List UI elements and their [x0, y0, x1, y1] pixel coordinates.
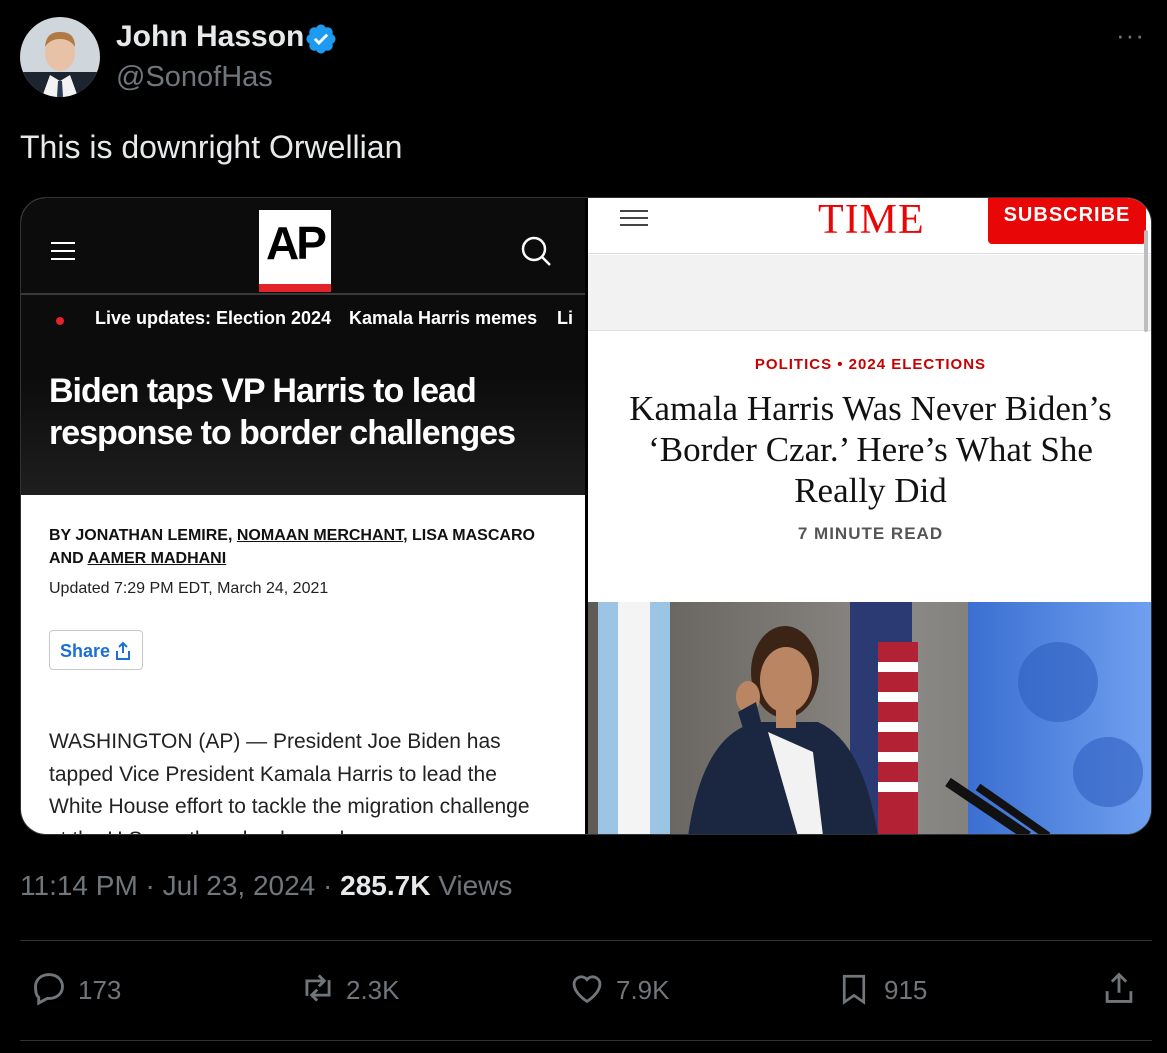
bookmark-count: 915: [884, 975, 928, 1005]
ap-nav-item-live: Live updates: Election 2024: [95, 308, 332, 328]
share-icon: [1105, 972, 1133, 1003]
article-photo: [588, 602, 1151, 834]
tweet-meta: 11:14 PM · Jul 23, 2024 · 285.7K Views: [20, 870, 512, 902]
more-options-icon[interactable]: ···: [1116, 22, 1145, 48]
tweet-text: This is downright Orwellian: [20, 129, 403, 165]
avatar[interactable]: [20, 17, 100, 97]
author-handle[interactable]: @SonofHas: [116, 61, 273, 94]
views-label: Views: [430, 870, 513, 901]
views-count: 285.7K: [340, 870, 431, 901]
heart-icon: [572, 975, 602, 1004]
search-icon: [519, 234, 553, 268]
ap-article-screenshot[interactable]: AP Live updates: Election 2024 Kamala Ha…: [21, 198, 585, 834]
reply-icon: [34, 973, 64, 1006]
meta-separator: ·: [137, 870, 163, 901]
time-kicker: POLITICS • 2024 ELECTIONS: [754, 356, 987, 373]
hamburger-menu-icon: [51, 242, 75, 260]
time-read-time: 7 MINUTE READ: [797, 524, 944, 543]
bookmark-icon: [842, 974, 866, 1005]
ap-logo-text: AP: [266, 217, 327, 269]
divider: [20, 1040, 1152, 1041]
live-dot-icon: [56, 317, 64, 325]
like-count: 7.9K: [616, 975, 670, 1005]
time-article-screenshot[interactable]: TIME SUBSCRIBE POLITICS • 2024 ELECTIONS…: [588, 198, 1151, 834]
ap-updated-time: Updated 7:29 PM EDT, March 24, 2021: [49, 580, 329, 597]
repost-icon: [305, 974, 331, 1002]
ap-byline-author-link: AAMER MADHANI: [87, 550, 227, 567]
reply-count: 173: [78, 975, 122, 1005]
ap-logo-bar: [259, 284, 331, 292]
time-logo: TIME: [818, 198, 925, 243]
ap-byline: BY JONATHAN LEMIRE, NOMAAN MERCHANT, LIS…: [49, 524, 559, 570]
tweet-time[interactable]: 11:14 PM: [20, 870, 138, 901]
time-ad-band: [588, 255, 1151, 331]
ap-byline-by: BY JONATHAN LEMIRE,: [49, 527, 237, 544]
share-icon: [116, 641, 130, 660]
ap-byline-author-link: NOMAAN MERCHANT: [236, 527, 404, 544]
divider: [20, 940, 1152, 941]
ap-share-button: Share: [49, 630, 143, 670]
ap-divider: [21, 293, 585, 295]
ap-nav-item-memes: Kamala Harris memes: [349, 308, 538, 328]
hamburger-menu-icon: [620, 210, 648, 226]
scrollbar: [1144, 230, 1148, 332]
tweet-media[interactable]: AP Live updates: Election 2024 Kamala Ha…: [20, 197, 1152, 835]
author-display-name[interactable]: John Hasson: [116, 20, 304, 54]
ap-logo: AP: [259, 210, 331, 292]
time-subscribe-button: SUBSCRIBE: [988, 198, 1146, 244]
tweet-date[interactable]: Jul 23, 2024: [163, 870, 316, 901]
repost-count: 2.3K: [346, 975, 400, 1005]
ap-headline: Biden taps VP Harris to lead response to…: [49, 372, 516, 452]
meta-separator: ·: [315, 870, 341, 901]
time-headline: Kamala Harris Was Never Biden’s ‘Border …: [629, 389, 1112, 510]
ap-nav-item-truncated: Li: [557, 308, 573, 328]
ap-body-text: WASHINGTON (AP) — President Joe Biden ha…: [49, 730, 530, 834]
ap-share-label: Share: [60, 641, 111, 661]
verified-badge-icon: [304, 22, 338, 56]
